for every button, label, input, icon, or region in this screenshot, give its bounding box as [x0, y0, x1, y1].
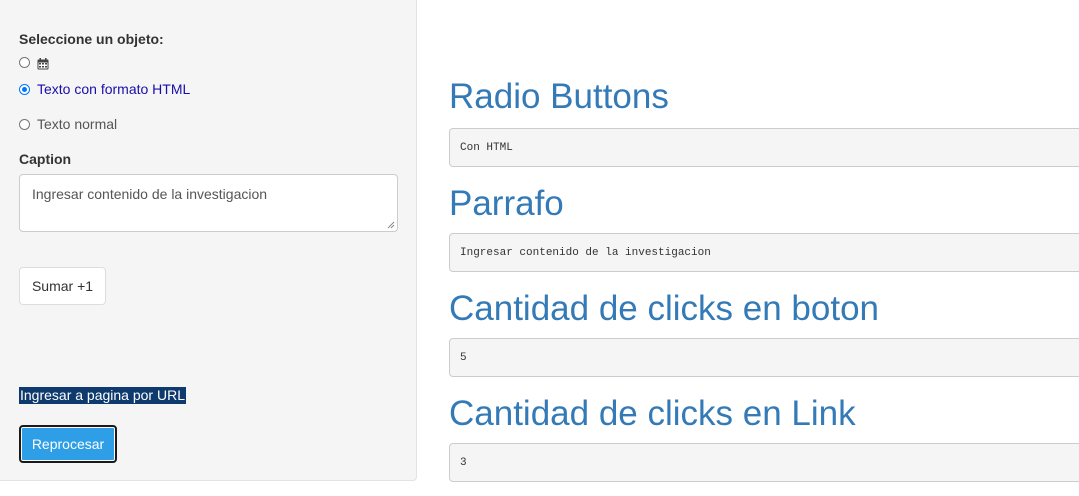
caption-textarea[interactable]: Ingresar contenido de la investigacion	[19, 174, 398, 232]
output-link-clicks-text: 3	[460, 456, 467, 469]
section-title-paragraph: Parrafo	[449, 184, 564, 223]
radio-label-html: Texto con formato HTML	[37, 81, 191, 97]
radio-input-checked[interactable]	[19, 83, 30, 95]
radio-label-plain: Texto normal	[37, 116, 118, 132]
select-object-label: Seleccione un objeto:	[19, 31, 164, 47]
radio-option-calendar[interactable]	[19, 57, 49, 70]
resize-grip-icon[interactable]	[387, 221, 395, 229]
url-link[interactable]: Ingresar a pagina por URL	[19, 387, 186, 404]
output-radio-text: Con HTML	[460, 141, 513, 154]
output-link-clicks: 3	[449, 443, 1079, 482]
output-button-clicks: 5	[449, 338, 1079, 377]
output-radio: Con HTML	[449, 128, 1079, 167]
caption-text: Ingresar contenido de la investigacion	[32, 186, 268, 202]
radio-option-html[interactable]: Texto con formato HTML	[19, 81, 190, 97]
output-button-clicks-text: 5	[460, 351, 467, 364]
sum-button[interactable]: Sumar +1	[19, 267, 106, 305]
calendar-icon	[37, 57, 49, 70]
radio-option-plain[interactable]: Texto normal	[19, 116, 117, 132]
output-paragraph-text: Ingresar contenido de la investigacion	[460, 246, 711, 259]
section-title-button-clicks: Cantidad de clicks en boton	[449, 289, 879, 328]
radio-input[interactable]	[19, 118, 30, 130]
caption-label: Caption	[19, 151, 72, 167]
reprocess-button[interactable]: Reprocesar	[19, 425, 117, 463]
output-paragraph: Ingresar contenido de la investigacion	[449, 233, 1079, 272]
section-title-link-clicks: Cantidad de clicks en Link	[449, 394, 856, 433]
radio-input[interactable]	[19, 57, 30, 68]
section-title-radio: Radio Buttons	[449, 77, 669, 116]
sidebar-panel: Seleccione un objeto: Texto con formato …	[0, 0, 417, 481]
